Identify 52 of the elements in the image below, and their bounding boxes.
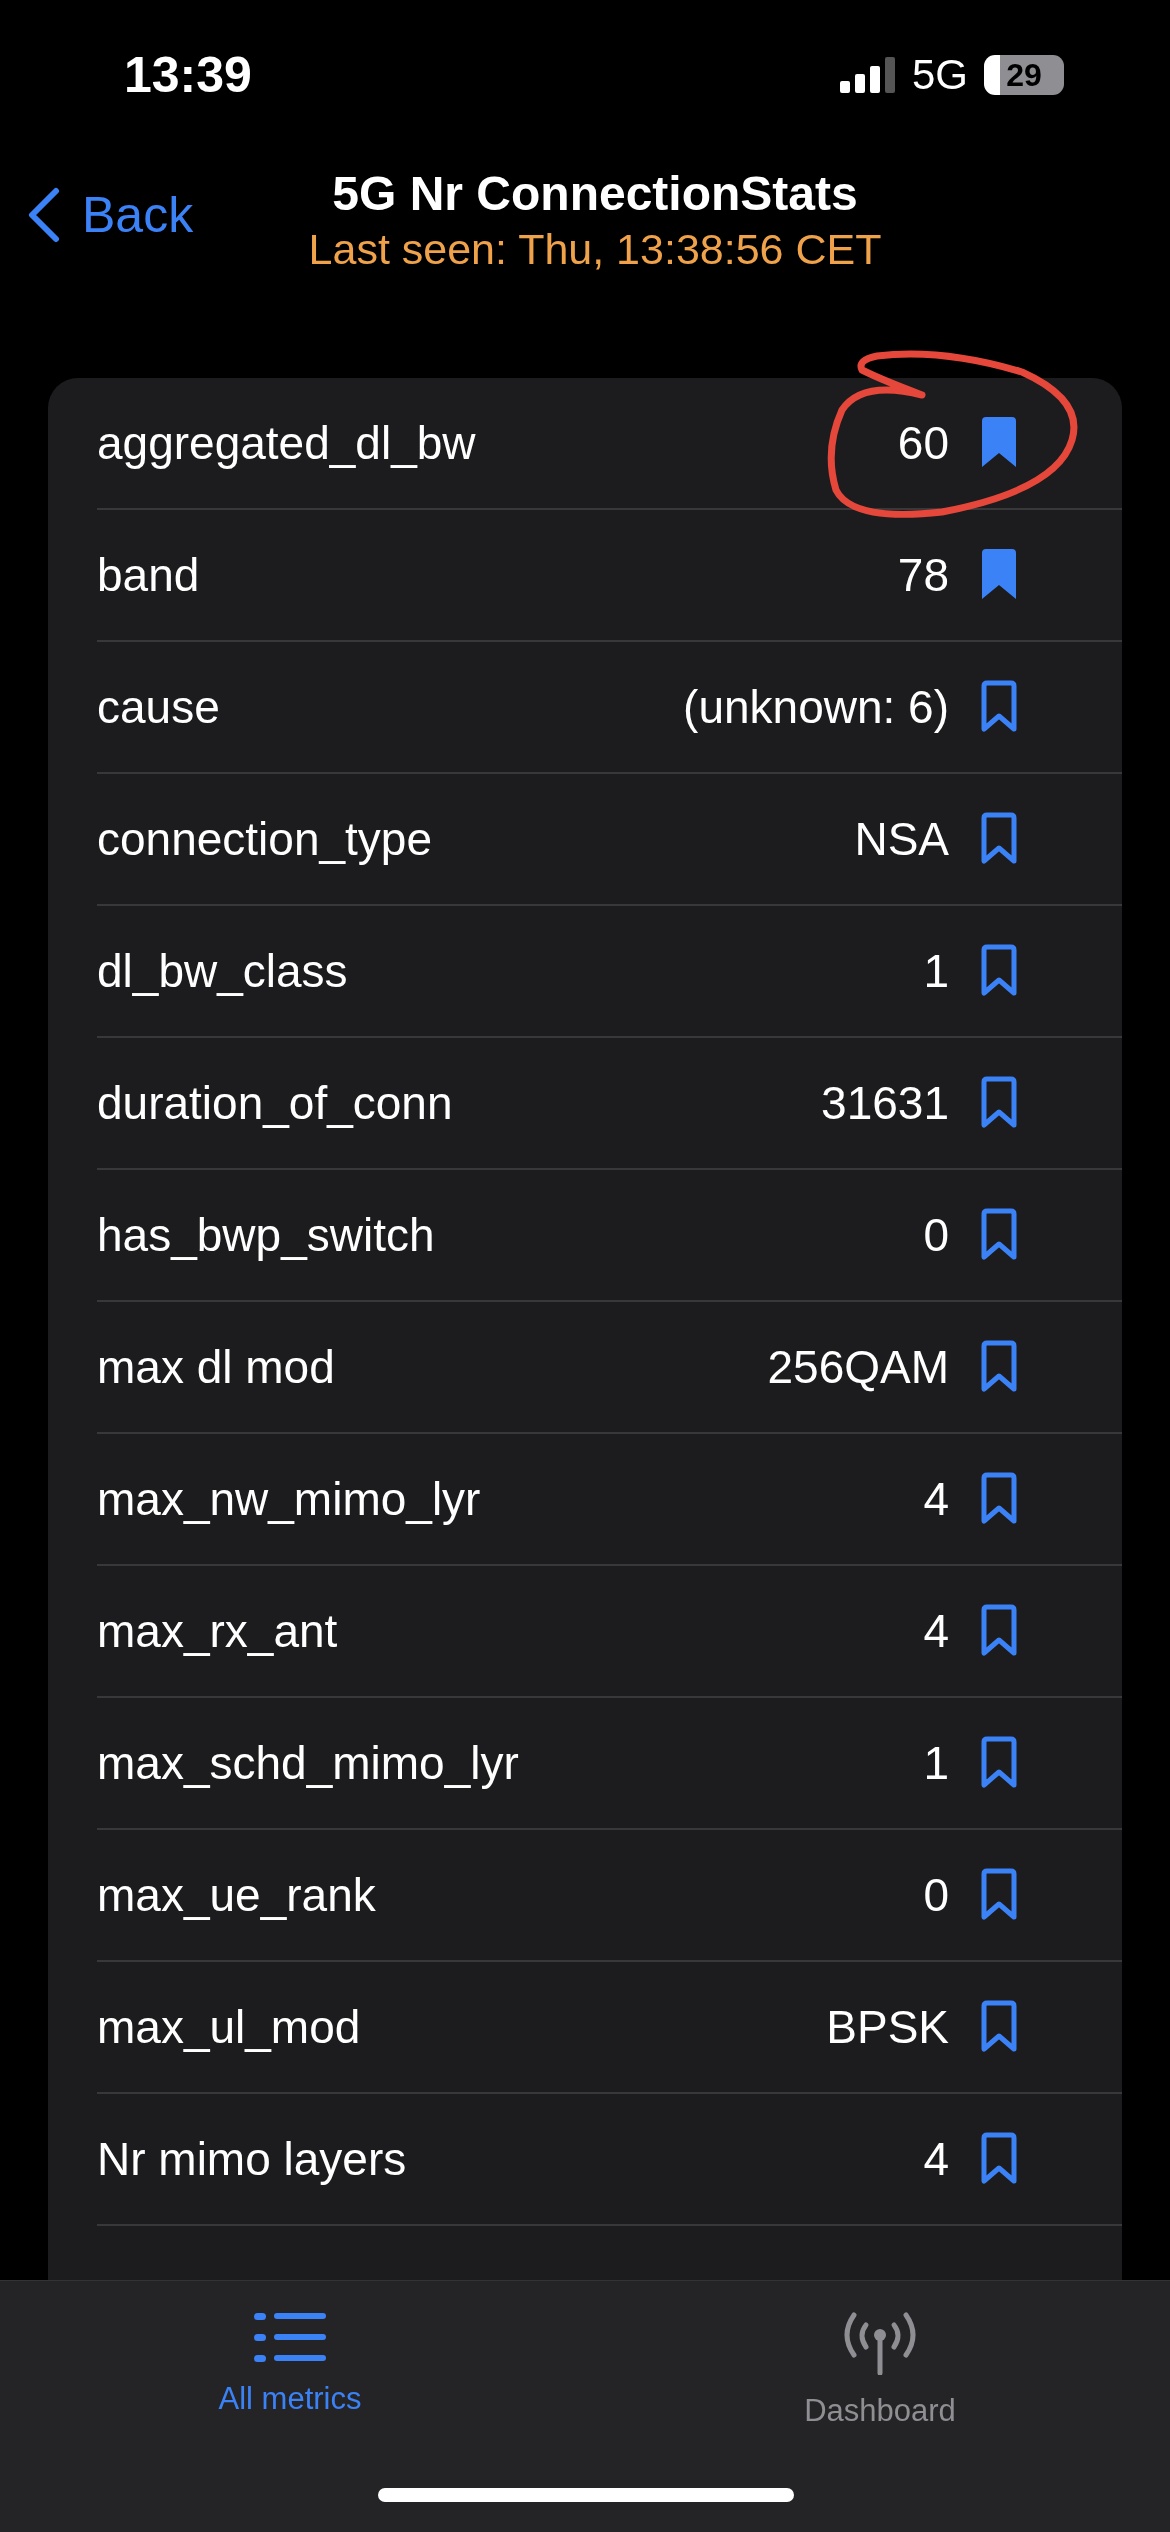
metric-name: Nr mimo layers bbox=[97, 2132, 408, 2186]
metric-name: band bbox=[97, 548, 201, 602]
chevron-left-icon bbox=[26, 187, 60, 243]
status-time: 13:39 bbox=[124, 46, 252, 104]
metric-name: max_rx_ant bbox=[97, 1604, 339, 1658]
metric-value: 4 bbox=[923, 1472, 949, 1526]
tab[interactable]: Dashboard bbox=[720, 2281, 1040, 2451]
metric-name: aggregated_dl_bw bbox=[97, 416, 477, 470]
bookmark-icon[interactable] bbox=[979, 1207, 1019, 1263]
metric-value: 1 bbox=[923, 944, 949, 998]
bookmark-icon[interactable] bbox=[979, 811, 1019, 867]
bookmark-icon[interactable] bbox=[979, 1735, 1019, 1791]
metric-value: 60 bbox=[897, 416, 949, 470]
metric-value: BPSK bbox=[826, 2000, 949, 2054]
metric-value: (unknown: 6) bbox=[683, 680, 949, 734]
metric-value: 4 bbox=[923, 1604, 949, 1658]
metric-name: dl_bw_class bbox=[97, 944, 349, 998]
bookmark-icon[interactable] bbox=[979, 1999, 1019, 2055]
bookmark-icon[interactable] bbox=[979, 1471, 1019, 1527]
metric-value: 0 bbox=[923, 1868, 949, 1922]
bookmark-icon[interactable] bbox=[979, 1603, 1019, 1659]
signal-icon bbox=[839, 57, 896, 93]
last-seen-label: Last seen: Thu, 13:38:56 CET bbox=[308, 225, 882, 274]
metric-value: 31631 bbox=[821, 1076, 949, 1130]
page-title: 5G Nr ConnectionStats bbox=[332, 166, 858, 221]
metric-value: 256QAM bbox=[767, 1340, 949, 1394]
metric-name: max_schd_mimo_lyr bbox=[97, 1736, 520, 1790]
metric-value: 78 bbox=[897, 548, 949, 602]
metric-name: max_nw_mimo_lyr bbox=[97, 1472, 482, 1526]
tab[interactable]: All metrics bbox=[130, 2281, 450, 2451]
bookmark-icon[interactable] bbox=[979, 679, 1019, 735]
bookmark-icon[interactable] bbox=[979, 1867, 1019, 1923]
list-icon bbox=[254, 2311, 326, 2363]
metric-value: NSA bbox=[854, 812, 949, 866]
metric-name: connection_type bbox=[97, 812, 434, 866]
metric-value: 4 bbox=[923, 2132, 949, 2186]
metric-name: max_ul_mod bbox=[97, 2000, 362, 2054]
metric-value: 1 bbox=[923, 1736, 949, 1790]
bookmark-icon[interactable] bbox=[979, 1339, 1019, 1395]
antenna-icon bbox=[842, 2311, 918, 2375]
metric-name: max_ue_rank bbox=[97, 1868, 377, 1922]
metric-name: has_bwp_switch bbox=[97, 1208, 436, 1262]
bookmark-icon[interactable] bbox=[979, 1075, 1019, 1131]
metric-value: 0 bbox=[923, 1208, 949, 1262]
network-label: 5G bbox=[911, 51, 968, 99]
metric-name: cause bbox=[97, 680, 221, 734]
metric-name: max dl mod bbox=[97, 1340, 336, 1394]
bookmark-icon[interactable] bbox=[979, 2131, 1019, 2187]
battery-icon: 29 bbox=[984, 55, 1064, 95]
back-button[interactable]: Back bbox=[26, 186, 194, 244]
metric-name: duration_of_conn bbox=[97, 1076, 454, 1130]
bookmark-icon[interactable] bbox=[979, 943, 1019, 999]
